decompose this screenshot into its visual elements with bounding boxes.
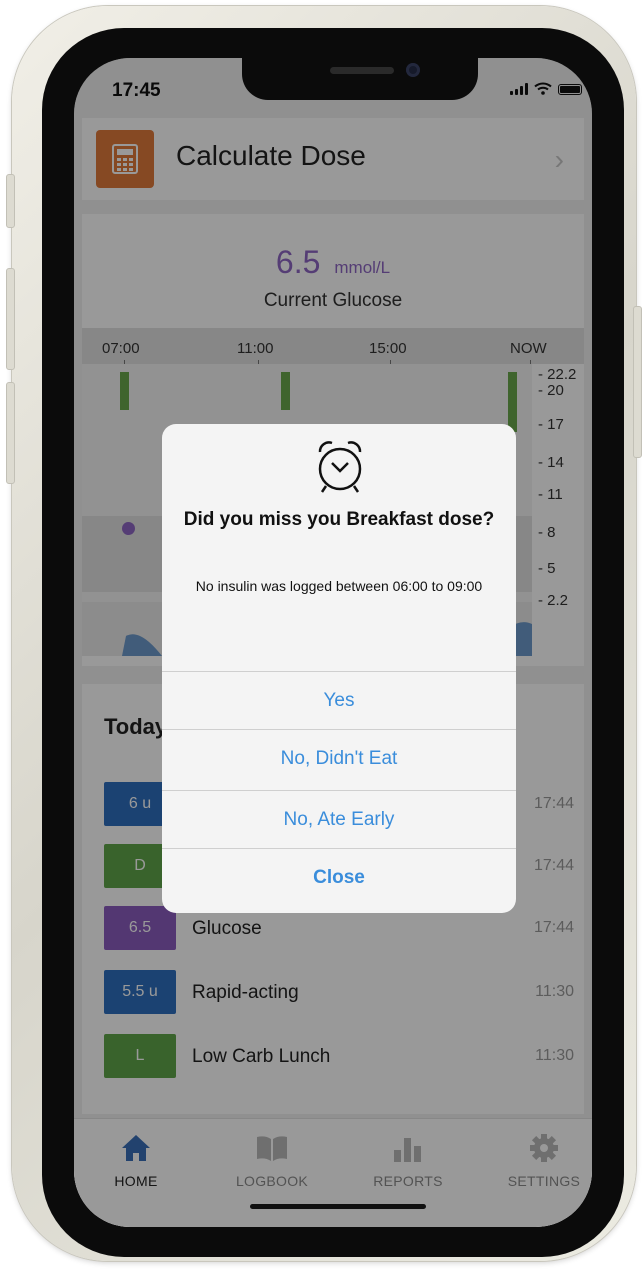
app-screen: 17:45 Calculate Dose › 6.5 mmol/L Curren… — [74, 58, 592, 1227]
mute-switch — [6, 174, 15, 228]
volume-down-button — [6, 382, 15, 484]
ate-early-button[interactable]: No, Ate Early — [162, 790, 516, 848]
close-button[interactable]: Close — [162, 848, 516, 906]
front-camera — [406, 63, 420, 77]
power-button — [633, 306, 642, 458]
alert-message: No insulin was logged between 06:00 to 0… — [195, 578, 483, 594]
speaker — [330, 67, 394, 74]
alarm-clock-icon — [318, 441, 362, 493]
notch — [242, 58, 478, 100]
home-indicator[interactable] — [250, 1204, 426, 1209]
didnt-eat-button[interactable]: No, Didn't Eat — [162, 729, 516, 787]
yes-button[interactable]: Yes — [162, 671, 516, 729]
missed-dose-alert: Did you miss you Breakfast dose? No insu… — [162, 424, 516, 913]
alert-title: Did you miss you Breakfast dose? — [183, 509, 495, 530]
phone-frame: 17:45 Calculate Dose › 6.5 mmol/L Curren… — [6, 6, 642, 1261]
volume-up-button — [6, 268, 15, 370]
